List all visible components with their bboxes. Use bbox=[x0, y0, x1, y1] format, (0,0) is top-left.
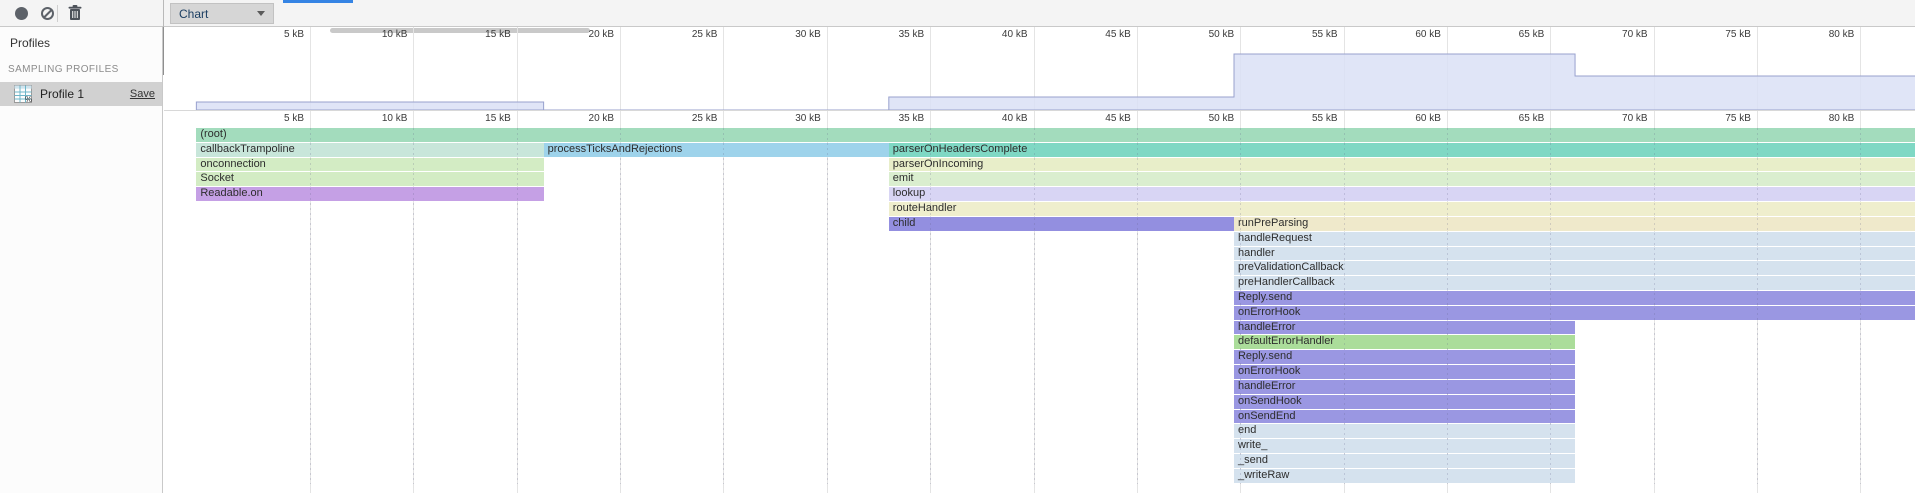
spreadsheet-percent-icon: % bbox=[14, 85, 32, 103]
delete-button[interactable] bbox=[62, 0, 88, 26]
flame-bar-reply.send[interactable]: Reply.send bbox=[1234, 291, 1915, 305]
sidebar: Profiles SAMPLING PROFILES % Profile 1 S… bbox=[0, 27, 163, 493]
flame-bar-readable.on[interactable]: Readable.on bbox=[196, 187, 543, 201]
dropdown-caret-icon bbox=[257, 11, 265, 16]
flame-bar-prehandlercallback[interactable]: preHandlerCallback bbox=[1234, 276, 1915, 290]
save-link[interactable]: Save bbox=[130, 88, 155, 100]
flame-bar-socket[interactable]: Socket bbox=[196, 172, 543, 186]
svg-text:%: % bbox=[25, 95, 32, 103]
flame-bar-_send[interactable]: _send bbox=[1234, 454, 1575, 468]
ruler-tick-label: 70 kB bbox=[1578, 113, 1648, 124]
memory-profiler-window: Chart Profiles SAMPLING PROFILES % Profi… bbox=[0, 0, 1915, 493]
ruler-divider bbox=[164, 110, 1915, 111]
sidebar-item-profile-1[interactable]: % Profile 1 Save bbox=[0, 82, 162, 106]
block-icon bbox=[41, 7, 54, 20]
active-tab-indicator bbox=[283, 0, 353, 3]
flame-bar-onerrorhook[interactable]: onErrorHook bbox=[1234, 365, 1575, 379]
flame-bar-onsendend[interactable]: onSendEnd bbox=[1234, 410, 1575, 424]
toolbar: Chart bbox=[0, 0, 1915, 27]
memory-overview-graph[interactable] bbox=[164, 27, 1915, 110]
chart-view-select[interactable]: Chart bbox=[170, 3, 274, 24]
ruler-tick-label: 65 kB bbox=[1474, 113, 1544, 124]
flame-bar-defaulterrorhandler[interactable]: defaultErrorHandler bbox=[1234, 335, 1575, 349]
trash-icon bbox=[68, 5, 82, 21]
profile-name: Profile 1 bbox=[40, 87, 130, 101]
flame-bar-prevalidationcallback[interactable]: preValidationCallback bbox=[1234, 261, 1915, 275]
flame-bar-lookup[interactable]: lookup bbox=[889, 187, 1915, 201]
flame-bar-runpreparsing[interactable]: runPreParsing bbox=[1234, 217, 1915, 231]
ruler-tick-label: 35 kB bbox=[854, 113, 924, 124]
ruler-tick-label: 25 kB bbox=[647, 113, 717, 124]
flame-bar-onconnection[interactable]: onconnection bbox=[196, 158, 543, 172]
flame-bar-handlerequest[interactable]: handleRequest bbox=[1234, 232, 1915, 246]
flame-bar-callbacktrampoline[interactable]: callbackTrampoline bbox=[196, 143, 543, 157]
sampling-profiles-section-label: SAMPLING PROFILES bbox=[0, 50, 162, 75]
ruler-tick-label: 5 kB bbox=[234, 113, 304, 124]
flame-chart-area: 5 kB 10 kB 15 kB 20 kB 25 kB 30 kB 35 kB 40 kB 4… bbox=[164, 27, 1915, 493]
sidebar-title: Profiles bbox=[0, 27, 162, 50]
ruler-tick-label: 60 kB bbox=[1371, 113, 1441, 124]
ruler-tick-label: 45 kB bbox=[1061, 113, 1131, 124]
ruler-tick-label: 75 kB bbox=[1681, 113, 1751, 124]
toolbar-divider bbox=[163, 0, 164, 27]
ruler-tick-label: 20 kB bbox=[544, 113, 614, 124]
flame-bar-handler[interactable]: handler bbox=[1234, 247, 1915, 261]
ruler-tick-label: 10 kB bbox=[337, 113, 407, 124]
flame-bar-parseronincoming[interactable]: parserOnIncoming bbox=[889, 158, 1915, 172]
record-icon bbox=[15, 7, 28, 20]
flame-bar-processticksandrejections[interactable]: processTicksAndRejections bbox=[544, 143, 889, 157]
flame-bar-emit[interactable]: emit bbox=[889, 172, 1915, 186]
toolbar-separator bbox=[57, 5, 58, 22]
flame-bar-onerrorhook[interactable]: onErrorHook bbox=[1234, 306, 1915, 320]
flame-bar-handleerror[interactable]: handleError bbox=[1234, 380, 1575, 394]
flame-bar-write_[interactable]: write_ bbox=[1234, 439, 1575, 453]
ruler-tick-label: 40 kB bbox=[958, 113, 1028, 124]
flame-bar-_writeraw[interactable]: _writeRaw bbox=[1234, 469, 1575, 483]
flame-bar-end[interactable]: end bbox=[1234, 424, 1575, 438]
flame-bar-handleerror[interactable]: handleError bbox=[1234, 321, 1575, 335]
flame-bar-parseronheaderscomplete[interactable]: parserOnHeadersComplete bbox=[889, 143, 1915, 157]
ruler-tick-label: 50 kB bbox=[1164, 113, 1234, 124]
ruler-tick-label: 15 kB bbox=[441, 113, 511, 124]
flame-bar-routehandler[interactable]: routeHandler bbox=[889, 202, 1915, 216]
flame-bar-child[interactable]: child bbox=[889, 217, 1234, 231]
flame-bar-onsendhook[interactable]: onSendHook bbox=[1234, 395, 1575, 409]
record-button[interactable] bbox=[8, 0, 34, 26]
chart-view-select-label: Chart bbox=[179, 7, 257, 21]
ruler-tick-label: 55 kB bbox=[1268, 113, 1338, 124]
ruler-tick-label: 30 kB bbox=[751, 113, 821, 124]
flame-bar-reply.send[interactable]: Reply.send bbox=[1234, 350, 1575, 364]
flame-bar-root[interactable]: (root) bbox=[196, 128, 1915, 142]
ruler-tick-label: 80 kB bbox=[1784, 113, 1854, 124]
